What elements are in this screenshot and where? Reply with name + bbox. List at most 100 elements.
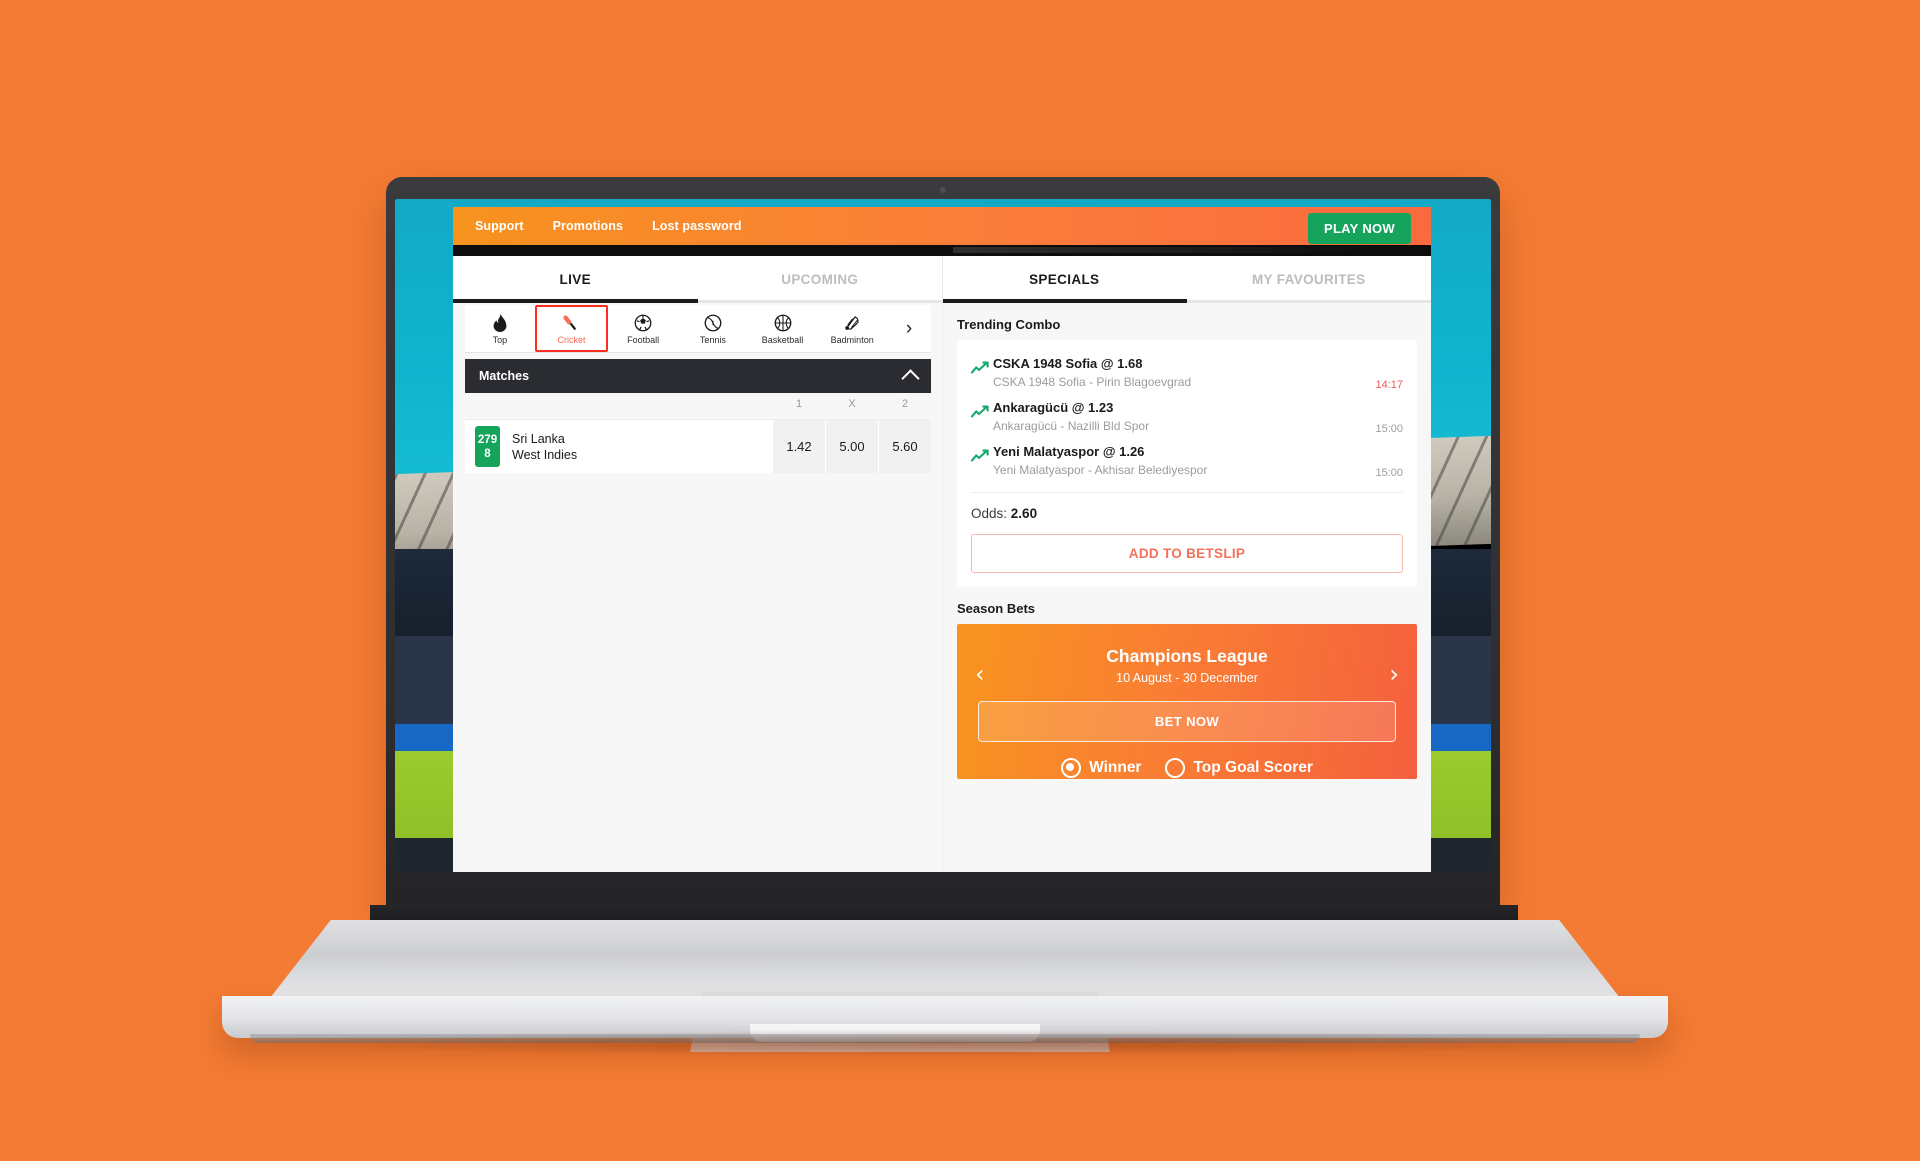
screen: Support Promotions Lost password PLAY NO…	[395, 199, 1491, 872]
sport-tab-basketball[interactable]: Basketball	[748, 305, 818, 352]
sport-tab-badminton-label: Badminton	[830, 334, 874, 345]
odds-cells: 1.42 5.00 5.60	[772, 420, 931, 473]
radio-dot-icon	[1061, 758, 1082, 778]
live-matches-column: Top Cricket Football Tennis Basketball B…	[453, 303, 942, 872]
nav-link-lost-password[interactable]: Lost password	[652, 219, 742, 233]
odds-cell-x[interactable]: 5.00	[825, 420, 878, 473]
combo-time: 15:00	[1375, 423, 1403, 435]
tab-upcoming-label: UPCOMING	[781, 272, 859, 287]
top-nav-links: Support Promotions Lost password	[475, 219, 742, 233]
sport-tab-basketball-label: Basketball	[761, 334, 804, 345]
sport-tab-tennis-label: Tennis	[699, 334, 726, 345]
season-bets-title: Season Bets	[957, 601, 1036, 616]
sport-tab-cricket-label: Cricket	[557, 334, 586, 345]
sport-tab-tennis[interactable]: Tennis	[678, 305, 748, 352]
basketball-icon	[774, 313, 792, 332]
sport-tab-cricket[interactable]: Cricket	[534, 305, 609, 352]
tab-live-label: LIVE	[559, 272, 591, 287]
scene: Support Promotions Lost password PLAY NO…	[0, 0, 1920, 1161]
nav-link-promotions[interactable]: Promotions	[553, 219, 623, 233]
list-item[interactable]: CSKA 1948 Sofia @ 1.68 CSKA 1948 Sofia -…	[957, 350, 1417, 394]
webcam	[940, 187, 946, 193]
odds-column-headers: 1 X 2	[465, 395, 931, 417]
trend-up-icon	[970, 449, 993, 467]
sport-tab-badminton[interactable]: Badminton	[817, 305, 887, 352]
radio-top-goal-scorer[interactable]: Top Goal Scorer	[1165, 758, 1313, 778]
laptop-lid: Support Promotions Lost password PLAY NO…	[386, 177, 1500, 917]
radio-winner[interactable]: Winner	[1061, 758, 1141, 778]
trend-up-icon	[970, 405, 993, 423]
tab-live[interactable]: LIVE	[453, 256, 698, 303]
odds-header-x: X	[848, 398, 856, 410]
matches-section-header[interactable]: Matches	[465, 359, 931, 393]
cricket-bat-icon	[562, 313, 582, 332]
combo-odds: Odds: 2.60	[971, 506, 1417, 521]
radio-dot-icon	[1165, 758, 1186, 778]
trend-up-icon	[970, 361, 993, 379]
odds-cell-2[interactable]: 5.60	[878, 420, 931, 473]
combo-odds-label: Odds:	[971, 506, 1008, 521]
combo-text: Ankaragücü @ 1.23 Ankaragücü - Nazilli B…	[993, 399, 1403, 435]
page-body: LIVE UPCOMING SPECIALS MY FAVOURITES Top…	[453, 256, 1431, 872]
combo-time: 14:17	[1375, 379, 1403, 391]
play-now-button[interactable]: PLAY NOW	[1307, 213, 1411, 244]
matches-title: Matches	[479, 369, 530, 383]
season-bets-card: ‹ › Champions League 10 August - 30 Dece…	[957, 624, 1417, 779]
sport-tab-top[interactable]: Top	[465, 305, 535, 352]
shuttlecock-icon	[842, 313, 862, 332]
top-navigation-bar: Support Promotions Lost password PLAY NO…	[453, 207, 1431, 245]
table-row[interactable]: 279 8 Sri Lanka West Indies 1.42 5.00 5.…	[465, 419, 931, 473]
combo-time: 15:00	[1375, 467, 1403, 479]
chevron-right-icon[interactable]: ›	[1389, 662, 1399, 686]
sport-bar-divider	[465, 352, 931, 353]
combo-odds-value: 2.60	[1010, 506, 1038, 521]
radio-winner-label: Winner	[1089, 759, 1142, 776]
team-away: West Indies	[512, 447, 578, 462]
sport-tab-football-label: Football	[627, 334, 660, 345]
list-item[interactable]: Yeni Malatyaspor @ 1.26 Yeni Malatyaspor…	[957, 438, 1417, 482]
odds-cell-1[interactable]: 1.42	[772, 420, 825, 473]
laptop-mockup: Support Promotions Lost password PLAY NO…	[0, 0, 1920, 1161]
tab-my-favourites[interactable]: MY FAVOURITES	[1186, 256, 1432, 303]
radio-top-goal-scorer-label: Top Goal Scorer	[1193, 759, 1313, 776]
score-top: 279	[477, 433, 498, 446]
add-to-betslip-button[interactable]: ADD TO BETSLIP	[971, 534, 1403, 573]
score-badge: 279 8	[475, 426, 500, 467]
tennis-ball-icon	[704, 313, 722, 332]
market-options: Winner Top Goal Scorer	[957, 758, 1417, 778]
tab-specials-label: SPECIALS	[1029, 272, 1100, 287]
tab-upcoming[interactable]: UPCOMING	[697, 256, 943, 303]
combo-selection: Yeni Malatyaspor @ 1.26	[993, 444, 1145, 459]
combo-selection: CSKA 1948 Sofia @ 1.68	[993, 356, 1143, 371]
tab-specials[interactable]: SPECIALS	[942, 256, 1187, 303]
laptop-shadow	[230, 1030, 1660, 1056]
chevron-left-icon[interactable]: ‹	[975, 662, 985, 686]
secondary-nav-highlight	[953, 247, 1373, 253]
combo-text: CSKA 1948 Sofia @ 1.68 CSKA 1948 Sofia -…	[993, 355, 1403, 391]
laptop-screen-bezel: Support Promotions Lost password PLAY NO…	[395, 199, 1491, 872]
score-bottom: 8	[484, 447, 491, 460]
football-icon	[634, 313, 652, 332]
trending-combo-title: Trending Combo	[957, 317, 1061, 332]
divider	[971, 492, 1403, 493]
sport-category-bar: Top Cricket Football Tennis Basketball B…	[465, 305, 932, 352]
combo-fixture: CSKA 1948 Sofia - Pirin Blagoevgrad	[993, 375, 1192, 389]
team-home: Sri Lanka	[512, 431, 565, 446]
odds-header-1: 1	[795, 398, 803, 410]
combo-selection: Ankaragücü @ 1.23	[993, 400, 1114, 415]
flame-icon	[492, 313, 508, 332]
bet-now-button[interactable]: BET NOW	[978, 701, 1396, 742]
chevron-up-icon[interactable]	[901, 368, 920, 388]
team-names: Sri Lanka West Indies	[512, 431, 577, 463]
combo-text: Yeni Malatyaspor @ 1.26 Yeni Malatyaspor…	[993, 443, 1403, 479]
sport-tab-football[interactable]: Football	[608, 305, 678, 352]
combo-fixture: Yeni Malatyaspor - Akhisar Belediyespor	[993, 463, 1208, 477]
league-dates: 10 August - 30 December	[1116, 671, 1258, 685]
nav-link-support[interactable]: Support	[475, 219, 524, 233]
list-item[interactable]: Ankaragücü @ 1.23 Ankaragücü - Nazilli B…	[957, 394, 1417, 438]
sport-tab-top-label: Top	[492, 334, 508, 345]
secondary-nav-strip	[453, 245, 1431, 256]
chevron-right-icon[interactable]: ›	[887, 305, 932, 352]
betting-site: Support Promotions Lost password PLAY NO…	[453, 199, 1431, 872]
laptop-deck	[270, 920, 1620, 998]
